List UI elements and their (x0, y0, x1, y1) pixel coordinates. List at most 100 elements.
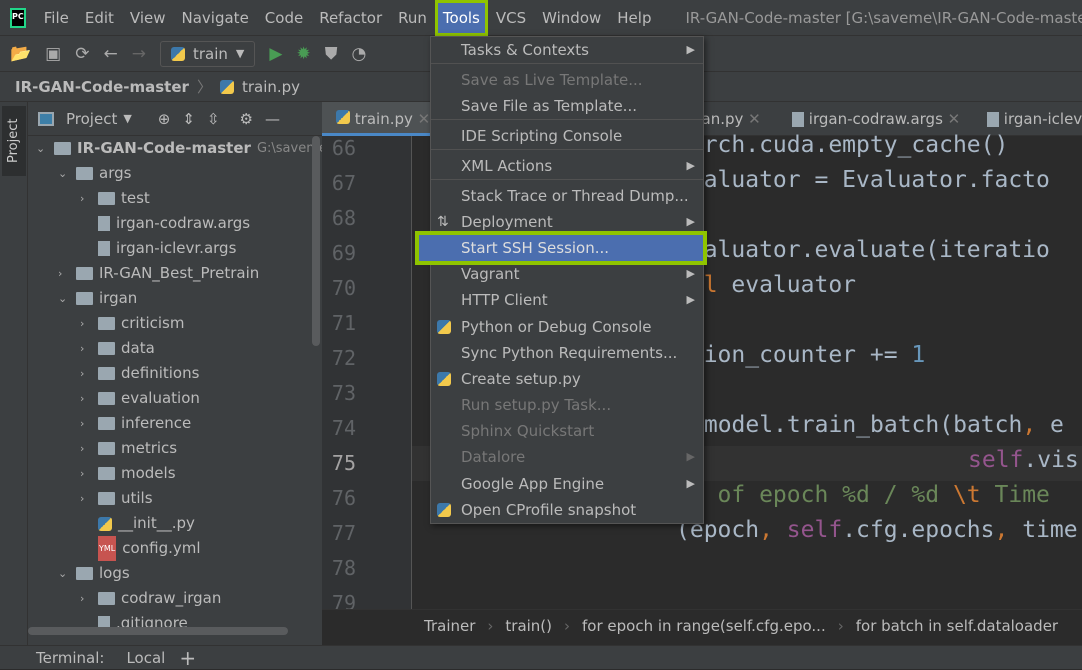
tree-item[interactable]: ⌄ IR-GAN-Code-master G:\saveme (36, 136, 322, 161)
submenu-arrow-icon: ▶ (686, 43, 695, 56)
tree-item[interactable]: › test (80, 186, 150, 211)
tab-irgan-iclevr-args[interactable]: irgan-iclev (987, 102, 1082, 136)
coverage-icon[interactable]: ⛊ (325, 44, 338, 64)
tree-item[interactable]: › models (80, 461, 176, 486)
menu-navigate[interactable]: Navigate (174, 0, 257, 36)
project-view-select[interactable]: Project (66, 110, 117, 128)
python-file-icon (437, 366, 451, 392)
folder-icon (98, 392, 115, 405)
menu-item-python-or-debug-console[interactable]: Python or Debug Console (431, 314, 703, 340)
folder-icon (76, 267, 93, 280)
tree-item[interactable]: ⌄ args (58, 161, 131, 186)
tree-item[interactable]: YML config.yml (80, 536, 201, 561)
chevron-right-icon[interactable]: › (80, 486, 92, 511)
open-folder-icon[interactable]: 📂 (10, 44, 31, 64)
menu-run[interactable]: Run (390, 0, 435, 36)
add-terminal-button[interactable]: + (179, 646, 196, 670)
menu-vcs[interactable]: VCS (488, 0, 534, 36)
chevron-right-icon[interactable]: › (80, 436, 92, 461)
menu-edit[interactable]: Edit (77, 0, 122, 36)
project-tool-button[interactable]: Project (2, 106, 26, 176)
close-icon[interactable]: ✕ (418, 110, 431, 128)
menu-item-tasks-contexts[interactable]: Tasks & Contexts ▶ (431, 37, 703, 63)
menu-item-start-ssh-session[interactable]: Start SSH Session... (415, 231, 707, 265)
tree-item[interactable]: irgan-iclevr.args (80, 236, 236, 261)
run-icon[interactable]: ▶ (269, 44, 282, 64)
tree-horizontal-scrollbar[interactable] (28, 627, 288, 635)
close-icon[interactable]: ✕ (748, 110, 761, 128)
chevron-right-icon[interactable]: › (80, 186, 92, 211)
chevron-down-icon[interactable]: ⌄ (36, 136, 48, 161)
chevron-right-icon[interactable]: › (80, 586, 92, 611)
file-icon (792, 112, 804, 127)
chevron-down-icon[interactable]: ▼ (123, 112, 131, 125)
crumb-trainer[interactable]: Trainer (424, 617, 475, 635)
back-icon[interactable]: ← (103, 44, 117, 64)
chevron-right-icon[interactable]: › (80, 411, 92, 436)
menu-help[interactable]: Help (609, 0, 659, 36)
tree-item[interactable]: › evaluation (80, 386, 200, 411)
tree-item[interactable]: __init__.py (80, 511, 195, 536)
menu-item-sync-python-requirements[interactable]: Sync Python Requirements... (431, 340, 703, 366)
tree-item[interactable]: ⌄ irgan (58, 286, 137, 311)
minimize-icon[interactable]: — (265, 110, 280, 128)
terminal-tab-local[interactable]: Local (126, 649, 165, 667)
menu-file[interactable]: File (36, 0, 77, 36)
chevron-down-icon[interactable]: ⌄ (58, 161, 70, 186)
chevron-right-icon[interactable]: › (58, 261, 70, 286)
tree-item[interactable]: › metrics (80, 436, 177, 461)
close-icon[interactable]: ✕ (948, 110, 961, 128)
menu-item-google-app-engine[interactable]: Google App Engine ▶ (431, 471, 703, 497)
debug-icon[interactable]: ✹ (296, 44, 310, 64)
menu-item-http-client[interactable]: HTTP Client ▶ (431, 287, 703, 313)
chevron-right-icon[interactable]: › (80, 311, 92, 336)
gear-icon[interactable]: ⚙ (240, 110, 253, 128)
save-icon[interactable]: ▣ (45, 44, 61, 64)
menu-item-open-cprofile-snapshot[interactable]: Open CProfile snapshot (431, 497, 703, 523)
menu-item-create-setup-py[interactable]: Create setup.py (431, 366, 703, 392)
folder-icon (98, 192, 115, 205)
menu-window[interactable]: Window (534, 0, 609, 36)
menu-code[interactable]: Code (257, 0, 311, 36)
menu-item-vagrant[interactable]: Vagrant ▶ (431, 261, 703, 287)
forward-icon[interactable]: → (132, 44, 146, 64)
chevron-right-icon[interactable]: › (80, 361, 92, 386)
tab-irgan-codraw-args[interactable]: irgan-codraw.args ✕ (792, 102, 960, 136)
tree-item[interactable]: › codraw_irgan (80, 586, 221, 611)
tree-item[interactable]: › inference (80, 411, 191, 436)
chevron-right-icon[interactable]: › (80, 336, 92, 361)
tree-item[interactable]: › definitions (80, 361, 199, 386)
crumb-train[interactable]: train() (505, 617, 552, 635)
menu-item-deployment[interactable]: ⇅ Deployment ▶ (431, 209, 703, 235)
chevron-right-icon[interactable]: › (80, 461, 92, 486)
chevron-down-icon[interactable]: ⌄ (58, 286, 70, 311)
sync-icon[interactable]: ⟳ (75, 44, 89, 64)
breadcrumb-file[interactable]: train.py (242, 78, 300, 96)
menu-item-stack-trace-or-thread-dump[interactable]: Stack Trace or Thread Dump... (431, 183, 703, 209)
crumb-for-batch[interactable]: for batch in self.dataloader (856, 617, 1058, 635)
locate-icon[interactable]: ⊕ (158, 110, 171, 128)
breadcrumb-project[interactable]: IR-GAN-Code-master (15, 78, 189, 96)
run-config-select[interactable]: train ▼ (159, 40, 256, 67)
menu-item-save-file-as-template[interactable]: Save File as Template... (431, 93, 703, 119)
collapse-all-icon[interactable]: ⇳ (207, 110, 220, 128)
menu-tools[interactable]: Tools (434, 0, 488, 36)
tree-item-label: inference (121, 414, 192, 432)
menu-view[interactable]: View (122, 0, 174, 36)
menu-item-ide-scripting-console[interactable]: IDE Scripting Console (431, 123, 703, 149)
tree-item[interactable]: irgan-codraw.args (80, 211, 250, 236)
menu-item-xml-actions[interactable]: XML Actions ▶ (431, 153, 703, 179)
chevron-down-icon[interactable]: ⌄ (58, 561, 70, 586)
profile-icon[interactable]: ◔ (351, 44, 366, 64)
expand-all-icon[interactable]: ⇕ (182, 110, 195, 128)
tree-item[interactable]: › utils (80, 486, 153, 511)
menu-refactor[interactable]: Refactor (311, 0, 390, 36)
chevron-right-icon[interactable]: › (80, 386, 92, 411)
tree-item[interactable]: ⌄ logs (58, 561, 130, 586)
tree-item[interactable]: › IR-GAN_Best_Pretrain (58, 261, 259, 286)
tree-scrollbar[interactable] (312, 136, 320, 346)
tree-item[interactable]: › criticism (80, 311, 184, 336)
crumb-for-epoch[interactable]: for epoch in range(self.cfg.epo... (582, 617, 826, 635)
tree-item[interactable]: › data (80, 336, 155, 361)
tab-train-py[interactable]: train.py ✕ (322, 102, 437, 136)
